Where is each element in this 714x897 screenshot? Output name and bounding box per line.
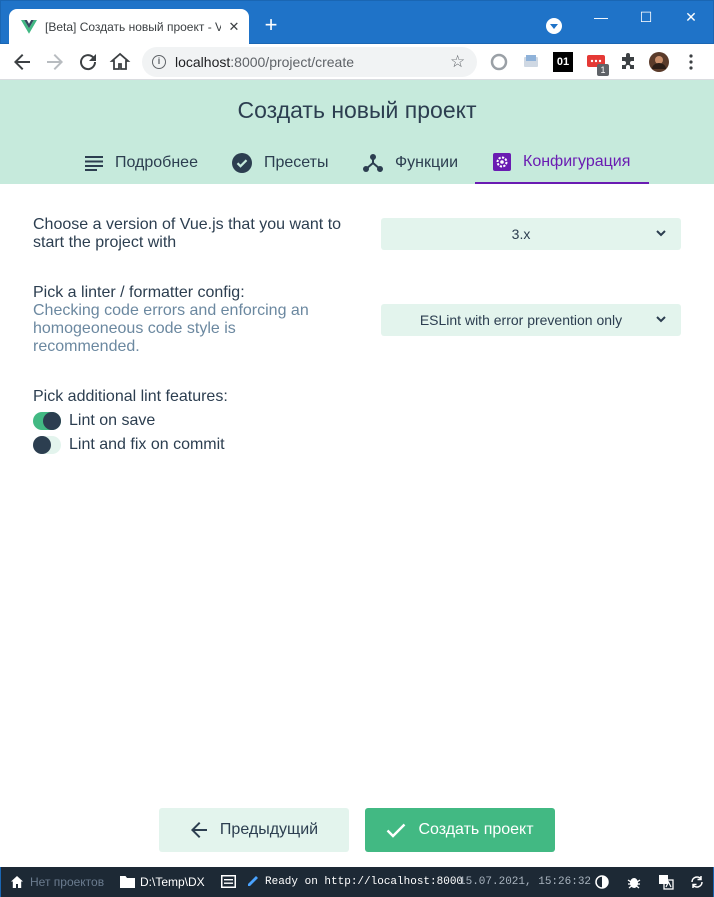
new-tab-button[interactable]: + [261, 14, 281, 36]
close-window-button[interactable]: ✕ [678, 7, 704, 27]
info-icon[interactable]: i [152, 55, 166, 69]
list-icon [85, 156, 103, 171]
tab-features-label: Функции [395, 154, 459, 171]
minimize-button[interactable]: — [588, 7, 614, 27]
extension-badge: 1 [597, 64, 609, 76]
chevron-down-icon [656, 316, 666, 323]
vue-version-label: Choose a version of Vue.js that you want… [33, 216, 342, 251]
tab-presets-label: Пресеты [264, 154, 329, 171]
step-tabs: Подробнее Пресеты Функции Конфигурация [0, 142, 714, 184]
lint-on-save-toggle[interactable] [33, 412, 61, 430]
tab-presets[interactable]: Пресеты [232, 142, 329, 184]
ext-01-icon[interactable]: 01 [553, 52, 573, 72]
linter-select[interactable]: ESLint with error prevention only [381, 304, 681, 336]
home-icon[interactable] [10, 875, 24, 889]
toggle-knob [33, 436, 51, 454]
ebook-icon[interactable] [521, 52, 541, 72]
previous-button[interactable]: Предыдущий [159, 808, 349, 852]
linter-value: ESLint with error prevention only [419, 312, 623, 328]
url-text[interactable]: localhost:8000/project/create [175, 54, 354, 70]
refresh-icon[interactable] [690, 875, 704, 889]
address-bar[interactable]: i localhost:8000/project/create ☆ [142, 47, 477, 77]
forward-arrow-icon[interactable] [43, 50, 67, 74]
folder-path[interactable]: D:\Temp\DX [140, 875, 205, 889]
browser-tab[interactable]: [Beta] Создать новый проект - Vue CLI ✕ [9, 9, 249, 45]
avatar[interactable] [649, 52, 669, 72]
tab-configuration-label: Конфигурация [523, 153, 631, 170]
tab-title: [Beta] Создать новый проект - Vue CLI [45, 20, 221, 34]
vue-version-select[interactable]: 3.x [381, 218, 681, 250]
datetime: 15.07.2021, 15:26:32 [459, 876, 592, 888]
previous-button-label: Предыдущий [219, 821, 319, 838]
linter-label: Pick a linter / formatter config: [33, 284, 245, 301]
back-arrow-icon[interactable] [10, 50, 34, 74]
translate-icon[interactable] [658, 874, 674, 890]
browser-toolbar: i localhost:8000/project/create ☆ 01 1 [0, 44, 714, 80]
lint-features-label: Pick additional lint features: [33, 388, 228, 405]
check-icon [387, 823, 406, 838]
linter-description: Checking code errors and enforcing an ho… [33, 302, 309, 355]
log-icon[interactable] [221, 875, 236, 888]
tab-details-label: Подробнее [115, 154, 198, 171]
toggle-knob [43, 412, 61, 430]
no-projects-label[interactable]: Нет проектов [30, 875, 104, 889]
reload-icon[interactable] [76, 50, 100, 74]
tab-configuration[interactable]: Конфигурация [475, 142, 649, 184]
tab-search-icon[interactable] [546, 18, 562, 34]
lint-fix-on-commit-toggle[interactable] [33, 436, 61, 454]
vue-version-value: 3.x [511, 226, 531, 242]
dark-mode-icon[interactable] [595, 875, 609, 889]
check-circle-icon [232, 153, 252, 173]
page-title: Создать новый проект [237, 97, 477, 123]
status-bar: Нет проектов D:\Temp\DX Ready on http://… [0, 867, 714, 897]
folder-icon[interactable] [120, 875, 135, 888]
home-icon[interactable] [108, 50, 132, 74]
chevron-down-icon [656, 230, 666, 237]
gear-icon [493, 153, 511, 171]
record-icon[interactable] [489, 52, 509, 72]
tab-details[interactable]: Подробнее [85, 142, 198, 184]
bug-icon[interactable] [627, 875, 641, 889]
pen-icon [248, 876, 258, 886]
menu-icon[interactable] [681, 52, 701, 72]
vue-logo-icon [21, 20, 37, 34]
app-header: Создать новый проект Подробнее Пресеты Ф… [0, 80, 714, 184]
tab-features[interactable]: Функции [363, 142, 458, 184]
create-project-button[interactable]: Создать проект [365, 808, 555, 852]
maximize-button[interactable]: ☐ [633, 7, 659, 27]
bookmark-star-icon[interactable]: ☆ [450, 53, 468, 71]
arrow-left-icon [190, 822, 207, 838]
log-message[interactable]: Ready on http://localhost:8000 [265, 875, 463, 889]
lint-fix-on-commit-label[interactable]: Lint and fix on commit [69, 436, 225, 454]
puzzle-icon[interactable] [618, 52, 638, 72]
tab-close-icon[interactable]: ✕ [225, 18, 243, 36]
lint-on-save-label[interactable]: Lint on save [69, 412, 155, 430]
share-nodes-icon [363, 154, 383, 172]
browser-titlebar: [Beta] Создать новый проект - Vue CLI ✕ … [0, 0, 714, 45]
create-project-button-label: Создать проект [418, 821, 534, 838]
